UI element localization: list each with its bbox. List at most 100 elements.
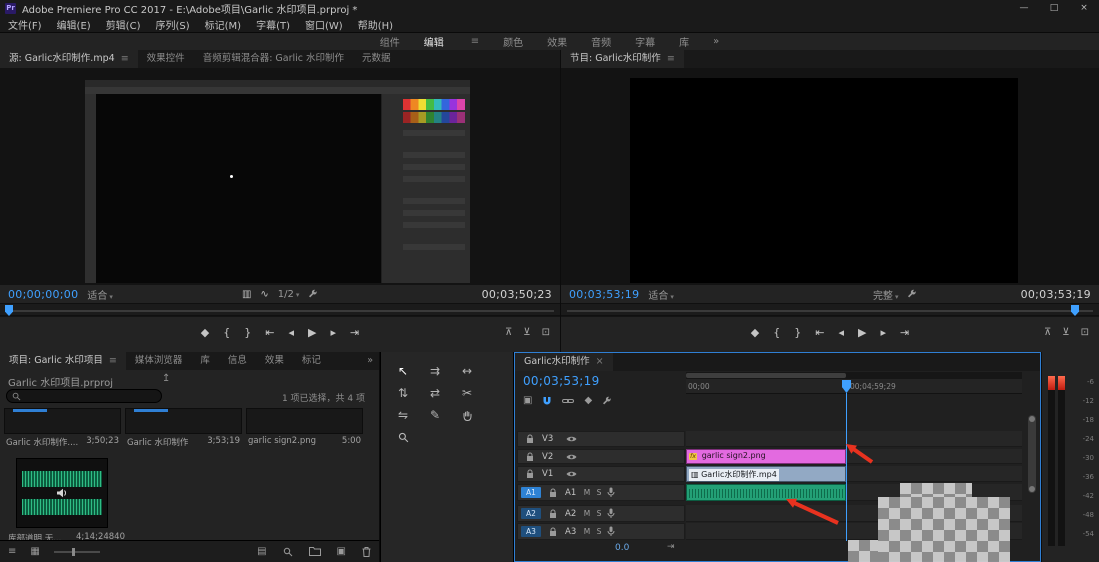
- zoom-scrollbar-thumb[interactable]: [686, 373, 846, 378]
- program-fit-select[interactable]: 适合▾: [648, 287, 674, 302]
- play-button[interactable]: ▶: [308, 326, 316, 339]
- workspace-menu-icon[interactable]: ≡: [471, 36, 479, 47]
- rolling-edit-tool[interactable]: ⇅: [391, 384, 415, 403]
- tab-media-browser[interactable]: 媒体浏览器: [126, 352, 192, 370]
- lock-icon[interactable]: [549, 488, 557, 498]
- item-thumbnail[interactable]: [125, 408, 242, 434]
- menu-help[interactable]: 帮助(H): [358, 17, 393, 32]
- snap-icon[interactable]: [542, 396, 552, 406]
- play-button[interactable]: ▶: [858, 326, 866, 339]
- track-height-scrollbar[interactable]: [1028, 415, 1036, 493]
- track-lane-v3[interactable]: [686, 431, 1022, 447]
- menu-title[interactable]: 字幕(T): [256, 17, 290, 32]
- mic-icon[interactable]: [607, 508, 615, 519]
- minimize-button[interactable]: —: [1009, 0, 1039, 17]
- source-resolution-select[interactable]: 1/2▾: [278, 289, 300, 300]
- close-tab-icon[interactable]: ×: [596, 356, 604, 367]
- source-playhead[interactable]: [5, 305, 13, 316]
- menu-clip[interactable]: 剪辑(C): [106, 17, 141, 32]
- slip-tool[interactable]: ⇋: [391, 406, 415, 425]
- source-patch-a2[interactable]: A2: [521, 508, 541, 519]
- icon-view-button[interactable]: ▦: [30, 546, 39, 557]
- fit-sequence-icon[interactable]: ⇥: [667, 542, 675, 552]
- step-forward-button[interactable]: ▸: [330, 326, 336, 339]
- tab-metadata[interactable]: 元数据: [353, 50, 400, 68]
- eye-icon[interactable]: [566, 470, 577, 478]
- tab-effects[interactable]: 效果: [256, 352, 293, 370]
- search-input[interactable]: [25, 391, 145, 401]
- find-button[interactable]: [283, 547, 293, 557]
- selection-tool[interactable]: ↖: [391, 362, 415, 381]
- add-marker-icon[interactable]: ◆: [584, 395, 592, 406]
- lock-icon[interactable]: [526, 469, 534, 479]
- audio-item-thumbnail[interactable]: [16, 458, 108, 528]
- item-thumbnail[interactable]: [246, 408, 363, 434]
- mute-button[interactable]: M: [581, 488, 593, 497]
- clip-garlic-video[interactable]: ▥ Garlic水印制作.mp4: [686, 466, 846, 482]
- timeline-settings-icon[interactable]: [602, 396, 612, 406]
- project-search-box[interactable]: [6, 389, 162, 403]
- mark-in-button[interactable]: {: [223, 326, 230, 339]
- menu-edit[interactable]: 编辑(E): [57, 17, 91, 32]
- lift-button[interactable]: ⊼: [1044, 327, 1051, 338]
- panel-menu-icon[interactable]: ≡: [109, 355, 117, 366]
- automate-to-sequence-button[interactable]: ▤: [257, 546, 266, 557]
- tab-source[interactable]: 源: Garlic水印制作.mp4 ≡: [0, 50, 138, 68]
- source-current-timecode[interactable]: 00;00;00;00: [8, 288, 78, 301]
- lock-icon[interactable]: [549, 527, 557, 537]
- project-item[interactable]: Garlic 水印制作....3;50;23: [4, 408, 121, 448]
- settings-wrench-icon[interactable]: [907, 289, 917, 299]
- project-item[interactable]: garlic sign2.png5:00: [246, 408, 363, 446]
- source-scrubber[interactable]: [0, 303, 560, 316]
- add-marker-button[interactable]: ◆: [201, 326, 209, 339]
- new-bin-button[interactable]: [309, 547, 321, 556]
- source-fit-select[interactable]: 适合▾: [87, 287, 113, 302]
- maximize-button[interactable]: □: [1039, 0, 1069, 17]
- linked-selection-icon[interactable]: [562, 397, 574, 405]
- solo-button[interactable]: S: [593, 527, 605, 536]
- delete-button[interactable]: [362, 547, 371, 557]
- workspace-tab-assembly[interactable]: 组件: [380, 34, 400, 49]
- insert-button[interactable]: ⊼: [505, 327, 512, 338]
- timeline-zoom-scrollbar[interactable]: [686, 372, 1022, 379]
- tab-info[interactable]: 信息: [219, 352, 256, 370]
- workspace-tab-effects[interactable]: 效果: [547, 34, 567, 49]
- add-marker-button[interactable]: ◆: [751, 326, 759, 339]
- tab-sequence[interactable]: Garlic水印制作 ×: [515, 353, 613, 371]
- mic-icon[interactable]: [607, 526, 615, 537]
- go-to-out-button[interactable]: ⇥: [350, 326, 359, 339]
- menu-sequence[interactable]: 序列(S): [155, 17, 189, 32]
- hand-tool[interactable]: [455, 406, 479, 425]
- drag-audio-icon[interactable]: ∿: [260, 289, 268, 300]
- go-to-in-button[interactable]: ⇤: [815, 326, 824, 339]
- lock-icon[interactable]: [526, 434, 534, 444]
- panel-menu-icon[interactable]: ≡: [121, 53, 129, 64]
- zoom-slider[interactable]: [54, 551, 100, 553]
- program-resolution-select[interactable]: 完整▾: [873, 287, 899, 302]
- workspace-tab-titles[interactable]: 字幕: [635, 34, 655, 49]
- tab-program[interactable]: 节目: Garlic水印制作 ≡: [561, 50, 684, 68]
- list-view-button[interactable]: ≡: [8, 546, 16, 557]
- program-current-timecode[interactable]: 00;03;53;19: [569, 288, 639, 301]
- mark-out-button[interactable]: }: [794, 326, 801, 339]
- source-patch-a1[interactable]: A1: [521, 487, 541, 498]
- tab-effect-controls[interactable]: 效果控件: [138, 50, 194, 68]
- step-back-button[interactable]: ◂: [288, 326, 294, 339]
- source-patch-a3[interactable]: A3: [521, 526, 541, 537]
- panel-menu-icon[interactable]: ≡: [667, 53, 675, 64]
- go-to-out-button[interactable]: ⇥: [900, 326, 909, 339]
- rate-stretch-tool[interactable]: ⇄: [423, 384, 447, 403]
- timeline-current-timecode[interactable]: 00;03;53;19: [523, 374, 600, 388]
- export-frame-button[interactable]: ⊡: [1081, 327, 1089, 338]
- menu-window[interactable]: 窗口(W): [305, 17, 343, 32]
- program-scrubber[interactable]: [561, 303, 1099, 316]
- menu-file[interactable]: 文件(F): [8, 17, 42, 32]
- export-frame-button[interactable]: ⊡: [542, 327, 550, 338]
- mute-button[interactable]: M: [581, 509, 593, 518]
- workspace-overflow-icon[interactable]: »: [713, 36, 719, 47]
- zoom-tool[interactable]: [391, 428, 415, 447]
- razor-tool[interactable]: ✂: [455, 384, 479, 403]
- ripple-edit-tool[interactable]: ↔: [455, 362, 479, 381]
- settings-wrench-icon[interactable]: [308, 289, 318, 299]
- drag-video-icon[interactable]: ▥: [242, 289, 251, 300]
